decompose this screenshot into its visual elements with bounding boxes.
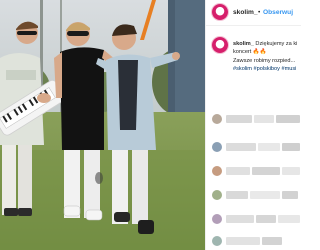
blurred-comment: [210, 114, 301, 125]
post-header: skolim_ • Obserwuj: [206, 0, 301, 26]
caption-username[interactable]: skolim_: [233, 41, 254, 47]
caption-text-line1: Dziękujemy za ki: [255, 41, 298, 47]
hashtags-link[interactable]: #skolim #polskiboy #musi: [233, 66, 296, 72]
follow-button[interactable]: Obserwuj: [263, 9, 293, 16]
blurred-comments-region: [210, 104, 301, 250]
blurred-comment: [210, 236, 301, 247]
fire-emoji: 🔥🔥: [252, 49, 267, 56]
caption-line-1: skolim_ Dziękujemy za ki: [233, 40, 301, 48]
post-sidebar: skolim_ • Obserwuj skolim_ Dziękujemy za…: [205, 0, 301, 250]
blurred-comment: [210, 142, 301, 153]
profile-username[interactable]: skolim_: [233, 9, 258, 16]
blurred-comment: [210, 166, 301, 177]
blurred-comment: [210, 190, 301, 201]
profile-avatar[interactable]: [212, 4, 228, 20]
blurred-comment: [210, 214, 301, 225]
caption-text: skolim_ Dziękujemy za ki koncert 🔥🔥 Zaws…: [233, 40, 301, 73]
caption-line-3: Zawsze robimy rozpied...: [233, 57, 301, 65]
post-photo[interactable]: [0, 0, 205, 250]
caption-avatar[interactable]: [212, 37, 228, 53]
header-separator: •: [258, 9, 261, 16]
caption-line-4: #skolim #polskiboy #musi: [233, 65, 301, 73]
caption-line-2: koncert 🔥🔥: [233, 48, 301, 56]
caption-text-line3: Zawsze robimy rozpied...: [233, 57, 296, 64]
concert-photo-image: [0, 0, 205, 250]
caption-text-line2: koncert: [233, 49, 252, 56]
